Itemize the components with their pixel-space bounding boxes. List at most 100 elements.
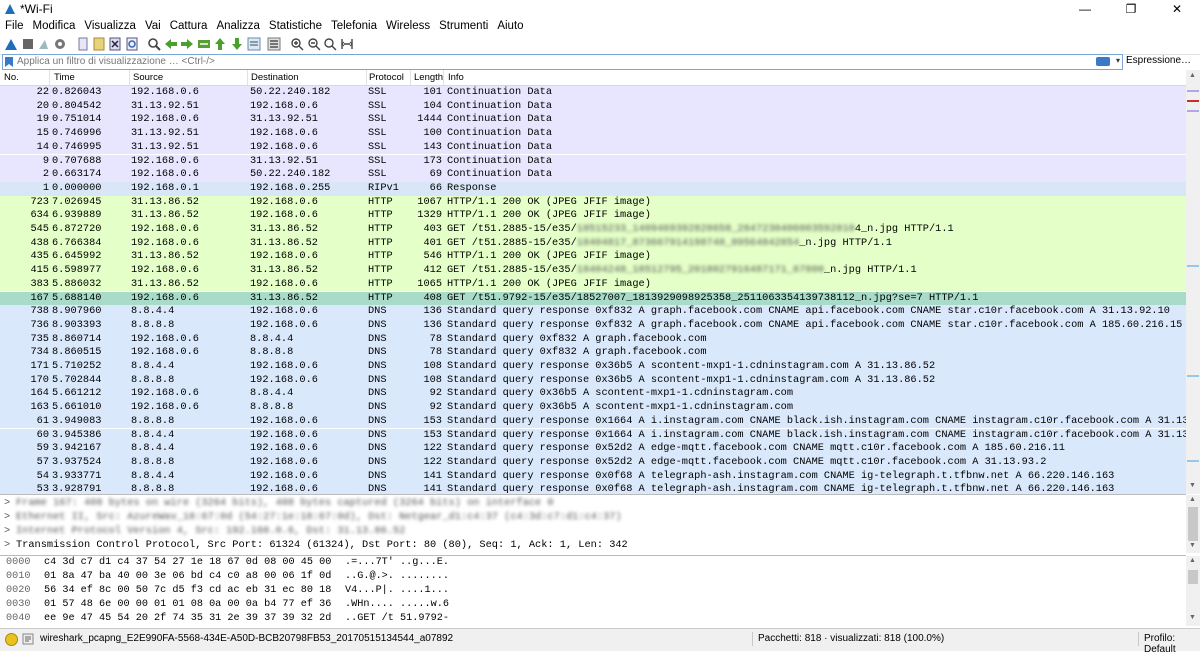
packet-row[interactable]: 19 0.751014 192.168.0.6 31.13.92.51 SSL 1444 C… (0, 113, 1186, 128)
close-button[interactable]: ✕ (1154, 0, 1200, 18)
packet-row[interactable]: 53 3.928791 8.8.8.8 192.168.0.6 DNS 141 Standa… (0, 483, 1186, 494)
packet-row[interactable]: 20 0.804542 31.13.92.51 192.168.0.6 SSL 104 Co… (0, 99, 1186, 114)
detail-row-tcp[interactable]: > Transmission Control Protocol, Src Por… (0, 539, 1186, 552)
go-last-packet-icon[interactable] (230, 37, 244, 51)
go-back-icon[interactable] (164, 37, 178, 51)
column-header-source[interactable]: Source (133, 72, 163, 83)
menu-telefonia[interactable]: Telefonia (326, 18, 381, 35)
close-file-icon[interactable] (108, 37, 122, 51)
scroll-down-icon[interactable]: ▼ (1189, 542, 1196, 549)
column-header-protocol[interactable]: Protocol (369, 72, 404, 83)
packet-row[interactable]: 14 0.746995 31.13.92.51 192.168.0.6 SSL 143 Co… (0, 140, 1186, 155)
column-header-time[interactable]: Time (54, 72, 75, 83)
packet-row[interactable]: 170 5.702844 8.8.8.8 192.168.0.6 DNS 108 Stand… (0, 373, 1186, 388)
maximize-button[interactable]: ❐ (1108, 0, 1154, 18)
menu-wireless[interactable]: Wireless (381, 18, 434, 35)
menu-analizza[interactable]: Analizza (211, 18, 263, 35)
zoom-out-icon[interactable] (307, 37, 321, 51)
column-header-no[interactable]: No. (4, 72, 19, 83)
menu-modifica[interactable]: Modifica (28, 18, 80, 35)
autoscroll-icon[interactable] (247, 37, 261, 51)
packet-row[interactable]: 167 5.688140 192.168.0.6 31.13.86.52 HTTP 408… (0, 291, 1186, 306)
expand-chevron-icon[interactable]: > (4, 539, 10, 552)
packet-row[interactable]: 545 6.872720 192.168.0.6 31.13.86.52 HTTP 403… (0, 223, 1186, 237)
bytes-scrollbar[interactable]: ▲ ▼ (1186, 556, 1200, 626)
detail-row-ethernet[interactable]: > Ethernet II, Src: AzureWav_18:67:0d (5… (0, 511, 1186, 524)
menu-statistiche[interactable]: Statistiche (264, 18, 326, 35)
packet-row[interactable]: 57 3.937524 8.8.8.8 192.168.0.6 DNS 122 Standa… (0, 455, 1186, 470)
restart-capture-icon[interactable] (37, 37, 51, 51)
menu-visualizza[interactable]: Visualizza (79, 18, 140, 35)
colorize-icon[interactable] (267, 37, 281, 51)
details-scrollbar[interactable]: ▲ ▼ (1186, 495, 1200, 553)
packet-list-scrollbar[interactable]: ▲ ▼ (1186, 70, 1200, 494)
packet-row[interactable]: 723 7.026945 31.13.86.52 192.168.0.6 HTTP 106… (0, 195, 1186, 210)
column-separator[interactable] (49, 70, 50, 85)
packet-row[interactable]: 15 0.746996 31.13.92.51 192.168.0.6 SSL 100 Co… (0, 127, 1186, 141)
packet-row[interactable]: 22 0.826043 192.168.0.6 50.22.240.182 SSL 101… (0, 86, 1186, 100)
capture-comment-icon[interactable] (22, 633, 34, 645)
go-to-packet-icon[interactable] (197, 37, 211, 51)
expand-chevron-icon[interactable]: > (4, 497, 10, 510)
packet-row[interactable]: 634 6.939889 31.13.86.52 192.168.0.6 HTTP 132… (0, 209, 1186, 223)
column-separator[interactable] (443, 70, 444, 85)
packet-row[interactable]: 438 6.766384 192.168.0.6 31.13.86.52 HTTP 401… (0, 236, 1186, 251)
packet-row[interactable]: 383 5.886032 31.13.86.52 192.168.0.6 HTTP 106… (0, 277, 1186, 292)
menu-aiuto[interactable]: Aiuto (492, 18, 527, 35)
column-header-destination[interactable]: Destination (251, 72, 299, 83)
reload-file-icon[interactable] (125, 37, 139, 51)
expert-info-icon[interactable] (5, 633, 18, 646)
packet-row[interactable]: 415 6.598977 192.168.0.6 31.13.86.52 HTTP 412… (0, 264, 1186, 278)
scrollbar-thumb[interactable] (1188, 507, 1198, 541)
menu-vai[interactable]: Vai (140, 18, 165, 35)
column-separator[interactable] (410, 70, 411, 85)
expand-chevron-icon[interactable]: > (4, 511, 10, 524)
packet-row[interactable]: 164 5.661212 192.168.0.6 8.8.4.4 DNS 92 Standa… (0, 387, 1186, 402)
scroll-down-icon[interactable]: ▼ (1189, 614, 1196, 621)
packet-row[interactable]: 9 0.707688 192.168.0.6 31.13.92.51 SSL 173 Con… (0, 154, 1186, 169)
packet-row[interactable]: 435 6.645992 31.13.86.52 192.168.0.6 HTTP 546… (0, 250, 1186, 265)
scroll-down-icon[interactable]: ▼ (1189, 482, 1196, 489)
expand-chevron-icon[interactable]: > (4, 525, 10, 538)
column-header-info[interactable]: Info (448, 72, 464, 83)
bookmark-icon[interactable] (5, 57, 13, 67)
packet-row[interactable]: 60 3.945386 8.8.4.4 192.168.0.6 DNS 153 Standa… (0, 428, 1186, 443)
packet-row[interactable]: 163 5.661010 192.168.0.6 8.8.8.8 DNS 92 Standa… (0, 401, 1186, 415)
scroll-up-icon[interactable]: ▲ (1189, 557, 1196, 564)
open-file-icon[interactable] (76, 37, 90, 51)
apply-filter-arrow-icon[interactable] (1096, 57, 1110, 66)
resize-columns-icon[interactable] (340, 37, 354, 51)
menu-file[interactable]: File (0, 18, 28, 35)
scroll-up-icon[interactable]: ▲ (1189, 72, 1196, 79)
scrollbar-thumb[interactable] (1188, 570, 1198, 584)
column-header-length[interactable]: Length (414, 72, 443, 83)
packet-row[interactable]: 61 3.949083 8.8.8.8 192.168.0.6 DNS 153 Standa… (0, 414, 1186, 429)
packet-row[interactable]: 734 8.860515 192.168.0.6 8.8.8.8 DNS 78 Standa… (0, 346, 1186, 360)
packet-row[interactable]: 735 8.860714 192.168.0.6 8.8.4.4 DNS 78 Standa… (0, 332, 1186, 347)
packet-row[interactable]: 59 3.942167 8.8.4.4 192.168.0.6 DNS 122 Standa… (0, 442, 1186, 456)
minimize-button[interactable]: — (1062, 0, 1108, 18)
column-separator[interactable] (247, 70, 248, 85)
display-filter-input[interactable]: Applica un filtro di visualizzazione … <… (2, 54, 1123, 70)
stop-capture-icon[interactable] (21, 37, 35, 51)
packet-row[interactable]: 2 0.663174 192.168.0.6 50.22.240.182 SSL 69 Co… (0, 168, 1186, 182)
detail-row-ip[interactable]: > Internet Protocol Version 4, Src: 192.… (0, 525, 1186, 538)
save-file-icon[interactable] (92, 37, 106, 51)
filter-history-chevron-icon[interactable]: ▾ (1116, 56, 1120, 65)
capture-options-icon[interactable] (53, 37, 67, 51)
go-first-packet-icon[interactable] (213, 37, 227, 51)
menu-strumenti[interactable]: Strumenti (434, 18, 492, 35)
packet-row[interactable]: 54 3.933771 8.8.4.4 192.168.0.6 DNS 141 Standa… (0, 469, 1186, 484)
expression-button[interactable]: Espressione… (1126, 55, 1191, 66)
detail-row-frame[interactable]: > Frame 167: 408 bytes on wire (3264 bit… (0, 497, 1186, 510)
scroll-up-icon[interactable]: ▲ (1189, 496, 1196, 503)
packet-row[interactable]: 738 8.907960 8.8.4.4 192.168.0.6 DNS 136 Stand… (0, 305, 1186, 319)
column-separator[interactable] (366, 70, 367, 85)
find-packet-icon[interactable] (147, 37, 161, 51)
packet-row[interactable]: 736 8.903393 8.8.8.8 192.168.0.6 DNS 136 Stand… (0, 318, 1186, 333)
go-forward-icon[interactable] (180, 37, 194, 51)
start-capture-icon[interactable] (4, 37, 18, 51)
zoom-normal-icon[interactable] (323, 37, 337, 51)
profile-label[interactable]: Profilo: Default (1144, 633, 1200, 655)
menu-cattura[interactable]: Cattura (165, 18, 212, 35)
